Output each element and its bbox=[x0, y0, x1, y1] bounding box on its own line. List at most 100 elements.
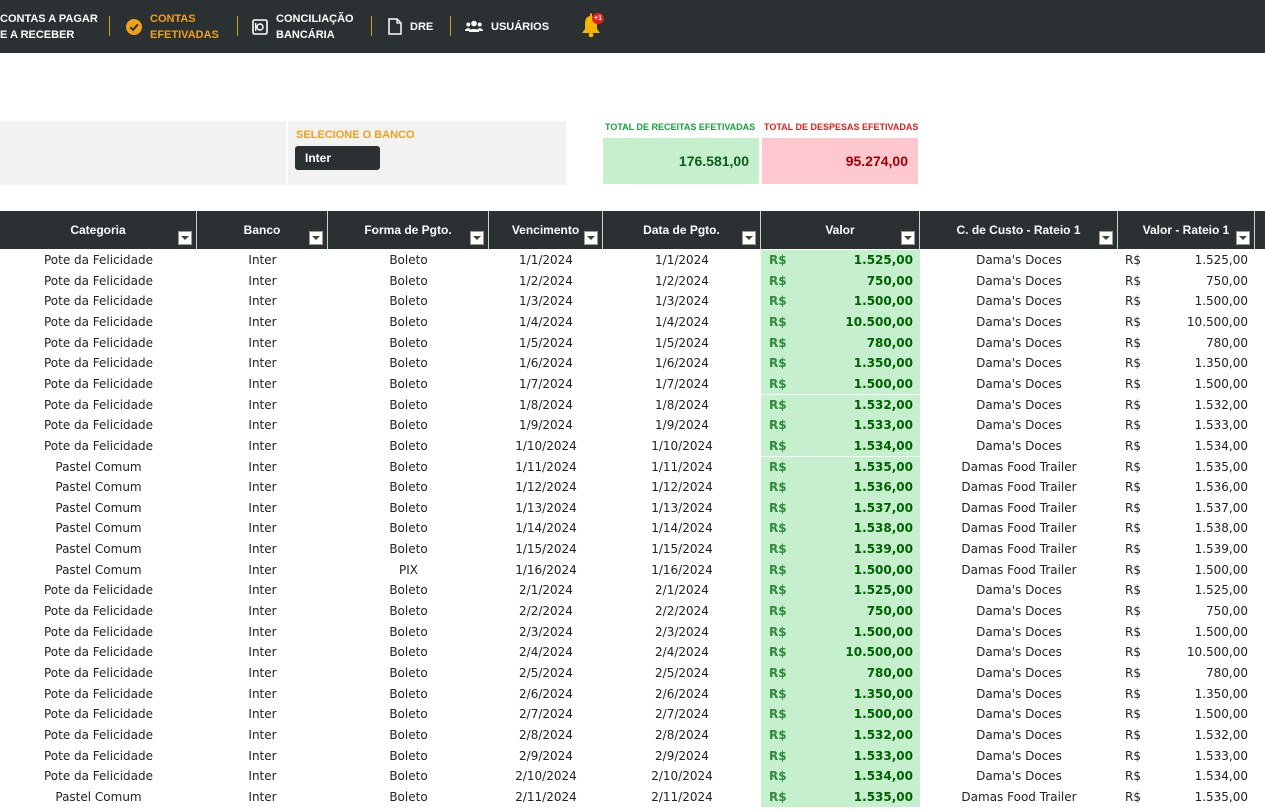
cell-vencimento: 1/4/2024 bbox=[519, 314, 573, 329]
table-row[interactable]: Pastel Comum Inter PIX 1/16/2024 1/16/2024 R$… bbox=[0, 559, 1265, 581]
table-row[interactable]: Pote da Felicidade Inter Boleto 2/6/2024 2/6… bbox=[0, 683, 1265, 705]
cell-valor: R$ 1.532,00 bbox=[761, 724, 920, 746]
table-row[interactable]: Pote da Felicidade Inter Boleto 2/4/2024 2/4… bbox=[0, 642, 1265, 663]
table-row[interactable]: Pote da Felicidade Inter Boleto 2/8/2024 2/8… bbox=[0, 724, 1265, 746]
cell-centro-custo: Dama's Doces bbox=[976, 438, 1062, 453]
filter-dropdown-icon[interactable] bbox=[901, 231, 915, 245]
table-row[interactable]: Pastel Comum Inter Boleto 1/13/2024 1/13/202… bbox=[0, 497, 1265, 519]
table-row[interactable]: Pote da Felicidade Inter Boleto 1/3/2024 1/3… bbox=[0, 291, 1265, 312]
cell-valor-rateio: R$ 1.539,00 bbox=[1118, 539, 1255, 560]
table-row[interactable]: Pote da Felicidade Inter Boleto 1/10/2024 1/… bbox=[0, 435, 1265, 457]
table-row[interactable]: Pote da Felicidade Inter Boleto 2/2/2024 2/2… bbox=[0, 601, 1265, 622]
cell-data-pgto: 1/9/2024 bbox=[655, 418, 709, 433]
cell-categoria: Pote da Felicidade bbox=[43, 273, 154, 288]
cell-data-pgto: 2/11/2024 bbox=[651, 789, 713, 804]
cell-categoria: Pote da Felicidade bbox=[43, 253, 154, 267]
table-row[interactable]: Pastel Comum Inter Boleto 2/11/2024 2/11/202… bbox=[0, 786, 1265, 808]
table-row[interactable]: Pote da Felicidade Inter Boleto 2/10/2024 2/… bbox=[0, 766, 1265, 787]
cell-forma-pgto: Boleto bbox=[389, 500, 428, 515]
table-row[interactable]: Pote da Felicidade Inter Boleto 1/7/2024 1/7… bbox=[0, 373, 1265, 395]
cell-valor: R$ 1.500,00 bbox=[761, 704, 920, 725]
cell-centro-custo: Dama's Doces bbox=[976, 583, 1062, 598]
cell-categoria: Pastel Comum bbox=[55, 521, 142, 536]
nav-usuarios[interactable]: USUÁRIOS bbox=[465, 0, 549, 53]
nav-contas-efetivadas[interactable]: CONTAS EFETIVADAS bbox=[126, 0, 219, 53]
cell-vencimento: 1/7/2024 bbox=[519, 376, 573, 391]
table-row[interactable]: Pote da Felicidade Inter Boleto 2/7/2024 2/7… bbox=[0, 704, 1265, 725]
table-row[interactable]: Pote da Felicidade Inter Boleto 2/9/2024 2/9… bbox=[0, 745, 1265, 767]
cell-data-pgto: 1/7/2024 bbox=[655, 376, 709, 391]
cell-vencimento: 1/3/2024 bbox=[519, 294, 573, 309]
cell-categoria: Pote da Felicidade bbox=[43, 376, 154, 391]
table-row[interactable]: Pote da Felicidade Inter Boleto 1/2/2024 1/2… bbox=[0, 270, 1265, 292]
table-header: Categoria Banco Forma de Pgto. Vencimento Da… bbox=[0, 211, 1265, 249]
cell-valor: R$ 1.350,00 bbox=[761, 683, 920, 705]
table-row[interactable]: Pastel Comum Inter Boleto 1/15/2024 1/15/202… bbox=[0, 539, 1265, 560]
filter-dropdown-icon[interactable] bbox=[1099, 231, 1113, 245]
cell-banco: Inter bbox=[248, 666, 277, 680]
cell-forma-pgto: Boleto bbox=[389, 397, 428, 412]
bank-select-dropdown[interactable]: Inter bbox=[295, 146, 380, 170]
amount: 1.525,00 bbox=[853, 253, 913, 267]
column-header-vencimento: Vencimento bbox=[489, 211, 603, 249]
nav-contas-pagar-line2: E A RECEBER bbox=[0, 28, 75, 41]
table-row[interactable]: Pote da Felicidade Inter Boleto 2/5/2024 2/5… bbox=[0, 663, 1265, 684]
cell-centro-custo: Damas Food Trailer bbox=[961, 562, 1077, 577]
table-row[interactable]: Pastel Comum Inter Boleto 1/14/2024 1/14/202… bbox=[0, 518, 1265, 540]
table-row[interactable]: Pote da Felicidade Inter Boleto 2/1/2024 2/1… bbox=[0, 580, 1265, 601]
cell-valor-rateio: R$ 1.500,00 bbox=[1118, 704, 1255, 725]
filter-dropdown-icon[interactable] bbox=[1236, 231, 1250, 245]
amount: 1.536,00 bbox=[1194, 480, 1248, 495]
currency-symbol: R$ bbox=[1125, 480, 1141, 495]
cell-categoria: Pote da Felicidade bbox=[43, 604, 154, 619]
currency-symbol: R$ bbox=[769, 707, 787, 722]
column-header-label: Vencimento bbox=[511, 223, 580, 237]
cell-centro-custo: Dama's Doces bbox=[976, 727, 1062, 742]
amount: 1.500,00 bbox=[1194, 376, 1248, 391]
column-header-valor-rateio: Valor - Rateio 1 bbox=[1118, 211, 1255, 249]
filter-dropdown-icon[interactable] bbox=[584, 231, 598, 245]
nav-contas-pagar-receber[interactable]: CONTAS A PAGAR E A RECEBER bbox=[0, 0, 98, 53]
amount: 1.534,00 bbox=[853, 438, 913, 453]
filter-dropdown-icon[interactable] bbox=[470, 231, 484, 245]
cell-valor-rateio: R$ 750,00 bbox=[1118, 271, 1255, 292]
table-row[interactable]: Pote da Felicidade Inter Boleto 1/1/2024 1/1… bbox=[0, 250, 1265, 271]
cell-banco: Inter bbox=[248, 335, 277, 350]
table-row[interactable]: Pote da Felicidade Inter Boleto 1/4/2024 1/4… bbox=[0, 311, 1265, 333]
nav-conciliacao-line2: BANCÁRIA bbox=[276, 28, 335, 41]
table-row[interactable]: Pote da Felicidade Inter Boleto 1/5/2024 1/5… bbox=[0, 332, 1265, 354]
filter-dropdown-icon[interactable] bbox=[309, 231, 323, 245]
cell-banco: Inter bbox=[248, 273, 277, 288]
filter-dropdown-icon[interactable] bbox=[742, 231, 756, 245]
table-row[interactable]: Pastel Comum Inter Boleto 1/11/2024 1/11/202… bbox=[0, 456, 1265, 478]
column-header-label: Valor bbox=[825, 223, 855, 237]
cell-centro-custo: Dama's Doces bbox=[976, 335, 1062, 350]
cell-banco: Inter bbox=[248, 397, 277, 412]
cell-centro-custo: Dama's Doces bbox=[976, 686, 1062, 701]
table-row[interactable]: Pote da Felicidade Inter Boleto 1/9/2024 1/9… bbox=[0, 415, 1265, 436]
cell-valor-rateio: R$ 1.534,00 bbox=[1118, 766, 1255, 787]
cell-valor-rateio: R$ 1.537,00 bbox=[1118, 498, 1255, 519]
table-row[interactable]: Pote da Felicidade Inter Boleto 2/3/2024 2/3… bbox=[0, 621, 1265, 643]
notifications-button[interactable]: +1 bbox=[579, 12, 605, 38]
cell-centro-custo: Dama's Doces bbox=[976, 314, 1062, 329]
cell-forma-pgto: Boleto bbox=[389, 542, 428, 557]
amount: 1.535,00 bbox=[853, 789, 913, 804]
table-row[interactable]: Pastel Comum Inter Boleto 1/12/2024 1/12/202… bbox=[0, 477, 1265, 498]
nav-separator bbox=[109, 16, 110, 36]
amount: 1.537,00 bbox=[1194, 500, 1248, 515]
table-row[interactable]: Pote da Felicidade Inter Boleto 1/8/2024 1/8… bbox=[0, 394, 1265, 416]
table-row[interactable]: Pote da Felicidade Inter Boleto 1/6/2024 1/6… bbox=[0, 353, 1265, 374]
amount: 1.534,00 bbox=[1194, 769, 1248, 784]
filter-dropdown-icon[interactable] bbox=[178, 231, 192, 245]
cell-categoria: Pote da Felicidade bbox=[43, 583, 154, 598]
currency-symbol: R$ bbox=[769, 314, 787, 329]
currency-symbol: R$ bbox=[769, 500, 787, 515]
cell-data-pgto: 2/4/2024 bbox=[655, 645, 709, 660]
cell-forma-pgto: Boleto bbox=[389, 273, 428, 288]
cell-valor: R$ 1.350,00 bbox=[761, 353, 920, 374]
nav-conciliacao-bancaria[interactable]: CONCILIAÇÃO BANCÁRIA bbox=[252, 0, 354, 53]
nav-separator bbox=[237, 16, 238, 36]
cell-centro-custo: Dama's Doces bbox=[976, 645, 1062, 660]
nav-dre[interactable]: DRE bbox=[388, 0, 433, 53]
